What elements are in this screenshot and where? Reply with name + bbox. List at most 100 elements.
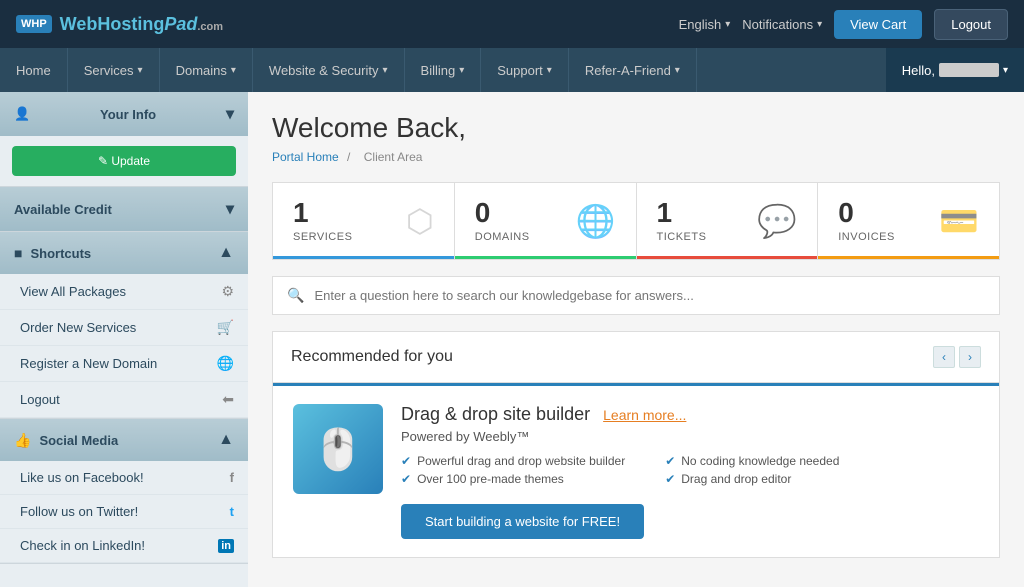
stat-tickets[interactable]: 1 TICKETS 💬 [637, 183, 819, 259]
user-name [939, 63, 999, 77]
main-content: Welcome Back, Portal Home / Client Area … [248, 92, 1024, 587]
nav-services[interactable]: Services ▾ [68, 48, 160, 92]
sidebar-item-register-domain[interactable]: Register a New Domain 🌐 [0, 346, 248, 382]
cart-icon: 🛒 [217, 319, 234, 336]
breadcrumb-current: Client Area [364, 150, 423, 164]
product-card: 🖱️ Drag & drop site builder Learn more..… [273, 386, 999, 557]
nav-billing[interactable]: Billing ▾ [405, 48, 482, 92]
stat-domains[interactable]: 0 DOMAINS 🌐 [455, 183, 637, 259]
drag-drop-icon: 🖱️ [313, 426, 363, 473]
feature-1: ✔ Powerful drag and drop website builder [401, 454, 625, 468]
sidebar-item-linkedin[interactable]: Check in on LinkedIn! in [0, 529, 248, 563]
settings-icon: ⚙ [221, 283, 234, 300]
linkedin-icon: in [218, 539, 234, 553]
your-info-toggle[interactable]: ▾ [226, 104, 234, 124]
logo-text: WebHostingPad.com [60, 14, 223, 35]
nav-refer[interactable]: Refer-A-Friend ▾ [569, 48, 697, 92]
recommended-header: Recommended for you ‹ › [273, 332, 999, 383]
stat-services-bar [273, 256, 454, 259]
features-col-right: ✔ No coding knowledge needed ✔ Drag and … [665, 454, 839, 490]
start-building-button[interactable]: Start building a website for FREE! [401, 504, 644, 539]
recommended-title: Recommended for you [291, 348, 453, 366]
sidebar-item-facebook[interactable]: Like us on Facebook! f [0, 461, 248, 495]
sidebar-item-order-services[interactable]: Order New Services 🛒 [0, 310, 248, 346]
update-button[interactable]: ✎ Update [12, 146, 236, 176]
breadcrumb: Portal Home / Client Area [272, 150, 1000, 164]
tickets-icon: 💬 [757, 202, 797, 240]
product-info: Drag & drop site builder Learn more... P… [401, 404, 979, 539]
stat-services[interactable]: 1 SERVICES ⬡ [273, 183, 455, 259]
notifications-button[interactable]: Notifications ▾ [742, 17, 822, 32]
sidebar-shortcuts-header[interactable]: ■ Shortcuts ▲ [0, 232, 248, 274]
product-subtitle: Powered by Weebly™ [401, 429, 979, 444]
recommended-section: Recommended for you ‹ › 🖱️ Drag & drop s… [272, 331, 1000, 558]
sidebar-item-logout[interactable]: Logout ⬅ [0, 382, 248, 418]
prev-button[interactable]: ‹ [933, 346, 955, 368]
social-media-toggle[interactable]: ▲ [218, 431, 234, 449]
logout-button[interactable]: Logout [934, 9, 1008, 40]
sidebar-available-credit-section: Available Credit ▾ [0, 187, 248, 232]
search-input[interactable] [314, 288, 985, 303]
feature-3: ✔ No coding knowledge needed [665, 454, 839, 468]
nav-home[interactable]: Home [0, 48, 68, 92]
stat-tickets-label: TICKETS [657, 231, 707, 243]
stat-invoices-bar [818, 256, 999, 259]
sidebar-your-info-header[interactable]: 👤 Your Info ▾ [0, 92, 248, 136]
nav-website-security[interactable]: Website & Security ▾ [253, 48, 405, 92]
social-media-label: Social Media [39, 433, 118, 448]
check-icon-2: ✔ [401, 472, 411, 486]
breadcrumb-home[interactable]: Portal Home [272, 150, 339, 164]
stats-row: 1 SERVICES ⬡ 0 DOMAINS 🌐 1 [272, 182, 1000, 260]
view-cart-button[interactable]: View Cart [834, 10, 922, 39]
shortcuts-icon: ■ [14, 245, 22, 261]
logo-badge: WHP [16, 15, 52, 33]
check-icon-4: ✔ [665, 472, 675, 486]
check-icon-1: ✔ [401, 454, 411, 468]
feature-2: ✔ Over 100 pre-made themes [401, 472, 625, 486]
twitter-icon: t [230, 504, 234, 519]
sidebar-social-media-header[interactable]: 👍 Social Media ▲ [0, 419, 248, 461]
stat-domains-label: DOMAINS [475, 231, 530, 243]
top-bar: WHP WebHostingPad.com English ▾ Notifica… [0, 0, 1024, 48]
sidebar-available-credit-header[interactable]: Available Credit ▾ [0, 187, 248, 231]
sidebar: 👤 Your Info ▾ ✎ Update Available Credit … [0, 92, 248, 587]
learn-more-link[interactable]: Learn more... [603, 407, 686, 423]
shortcuts-toggle[interactable]: ▲ [218, 244, 234, 262]
your-info-icon: 👤 [14, 106, 30, 122]
logout-icon: ⬅ [222, 391, 234, 408]
stat-invoices-number: 0 [838, 199, 895, 227]
feature-4: ✔ Drag and drop editor [665, 472, 839, 486]
available-credit-toggle[interactable]: ▾ [226, 199, 234, 219]
stat-domains-number: 0 [475, 199, 530, 227]
stat-domains-bar [455, 256, 636, 259]
facebook-icon: f [230, 470, 234, 485]
services-icon: ⬡ [406, 202, 434, 240]
features-row: ✔ Powerful drag and drop website builder… [401, 454, 979, 490]
breadcrumb-separator: / [347, 150, 350, 164]
stat-tickets-number: 1 [657, 199, 707, 227]
sidebar-shortcuts-section: ■ Shortcuts ▲ View All Packages ⚙ Order … [0, 232, 248, 419]
stat-tickets-bar [637, 256, 818, 259]
search-bar: 🔍 [272, 276, 1000, 315]
stat-invoices[interactable]: 0 INVOICES 💳 [818, 183, 999, 259]
sidebar-item-view-packages[interactable]: View All Packages ⚙ [0, 274, 248, 310]
user-greeting[interactable]: Hello, ▾ [886, 48, 1024, 92]
globe-icon: 🌐 [217, 355, 234, 372]
next-button[interactable]: › [959, 346, 981, 368]
language-selector[interactable]: English ▾ [679, 17, 731, 32]
welcome-title: Welcome Back, [272, 112, 1000, 144]
stat-services-label: SERVICES [293, 231, 352, 243]
sidebar-social-media-section: 👍 Social Media ▲ Like us on Facebook! f … [0, 419, 248, 564]
social-icon: 👍 [14, 432, 31, 449]
check-icon-3: ✔ [665, 454, 675, 468]
stat-invoices-label: INVOICES [838, 231, 895, 243]
nav-support[interactable]: Support ▾ [481, 48, 569, 92]
carousel-nav: ‹ › [933, 346, 981, 368]
search-icon: 🔍 [287, 287, 304, 304]
top-bar-actions: English ▾ Notifications ▾ View Cart Logo… [679, 9, 1008, 40]
nav-domains[interactable]: Domains ▾ [160, 48, 253, 92]
shortcuts-label: Shortcuts [30, 246, 91, 261]
sidebar-item-twitter[interactable]: Follow us on Twitter! t [0, 495, 248, 529]
stat-services-number: 1 [293, 199, 352, 227]
product-title: Drag & drop site builder Learn more... [401, 404, 979, 425]
